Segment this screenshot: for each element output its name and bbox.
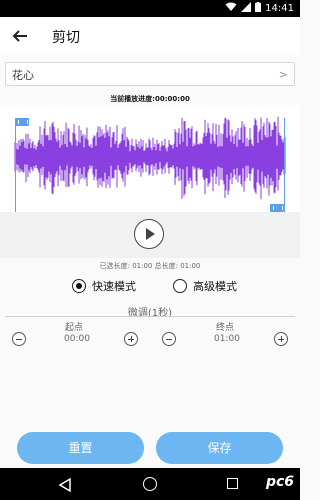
start-label: 起点 xyxy=(65,323,84,333)
mode-fast-option[interactable]: 快速模式 xyxy=(72,278,136,294)
file-name: 花心 xyxy=(12,69,34,82)
start-plus-icon[interactable] xyxy=(124,332,138,346)
app-bar: 剪切 xyxy=(0,17,300,55)
end-label: 终点 xyxy=(216,323,235,333)
start-time: 00:00 xyxy=(64,334,90,344)
back-arrow-icon[interactable] xyxy=(10,26,30,46)
end-plus-icon[interactable] xyxy=(274,332,288,346)
page-title: 剪切 xyxy=(52,30,80,46)
mode-selector: 快速模式 高级模式 xyxy=(0,276,300,296)
waveform-path xyxy=(14,116,286,200)
mode-advanced-option[interactable]: 高级模式 xyxy=(173,278,237,294)
selection-start-handle[interactable] xyxy=(15,118,29,126)
selection-end-handle[interactable] xyxy=(270,204,284,212)
selection-end-line xyxy=(284,118,285,212)
nav-recent-icon[interactable] xyxy=(227,478,238,489)
radio-checked-icon[interactable] xyxy=(72,279,86,293)
status-bar: 14:41 xyxy=(0,0,300,17)
file-selector[interactable]: 花心 > xyxy=(5,62,295,86)
battery-icon xyxy=(255,2,262,15)
navigation-bar: pc6 xyxy=(0,468,300,500)
play-icon[interactable] xyxy=(134,219,164,249)
nav-home-icon[interactable] xyxy=(143,477,157,491)
mode-fast-label: 快速模式 xyxy=(92,280,136,293)
divider xyxy=(5,316,295,317)
signal-icon xyxy=(241,2,252,15)
chevron-right-icon: > xyxy=(278,68,288,81)
reset-button[interactable]: 重置 xyxy=(17,432,144,464)
watermark-logo: pc6 xyxy=(265,474,294,490)
end-minus-icon[interactable] xyxy=(162,332,176,346)
status-time: 14:41 xyxy=(265,3,294,14)
save-button[interactable]: 保存 xyxy=(156,432,283,464)
nav-back-icon[interactable] xyxy=(58,477,72,493)
start-minus-icon[interactable] xyxy=(12,332,26,346)
waveform[interactable] xyxy=(0,105,300,215)
playback-progress: 当前播放进度:00:00:00 xyxy=(110,95,190,103)
selection-start-line xyxy=(15,118,16,212)
radio-unchecked-icon[interactable] xyxy=(173,279,187,293)
end-time: 01:00 xyxy=(214,334,240,344)
length-info: 已选长度: 01:00 总长度: 01:00 xyxy=(99,262,201,270)
wifi-icon xyxy=(225,2,237,15)
mode-advanced-label: 高级模式 xyxy=(193,280,237,293)
